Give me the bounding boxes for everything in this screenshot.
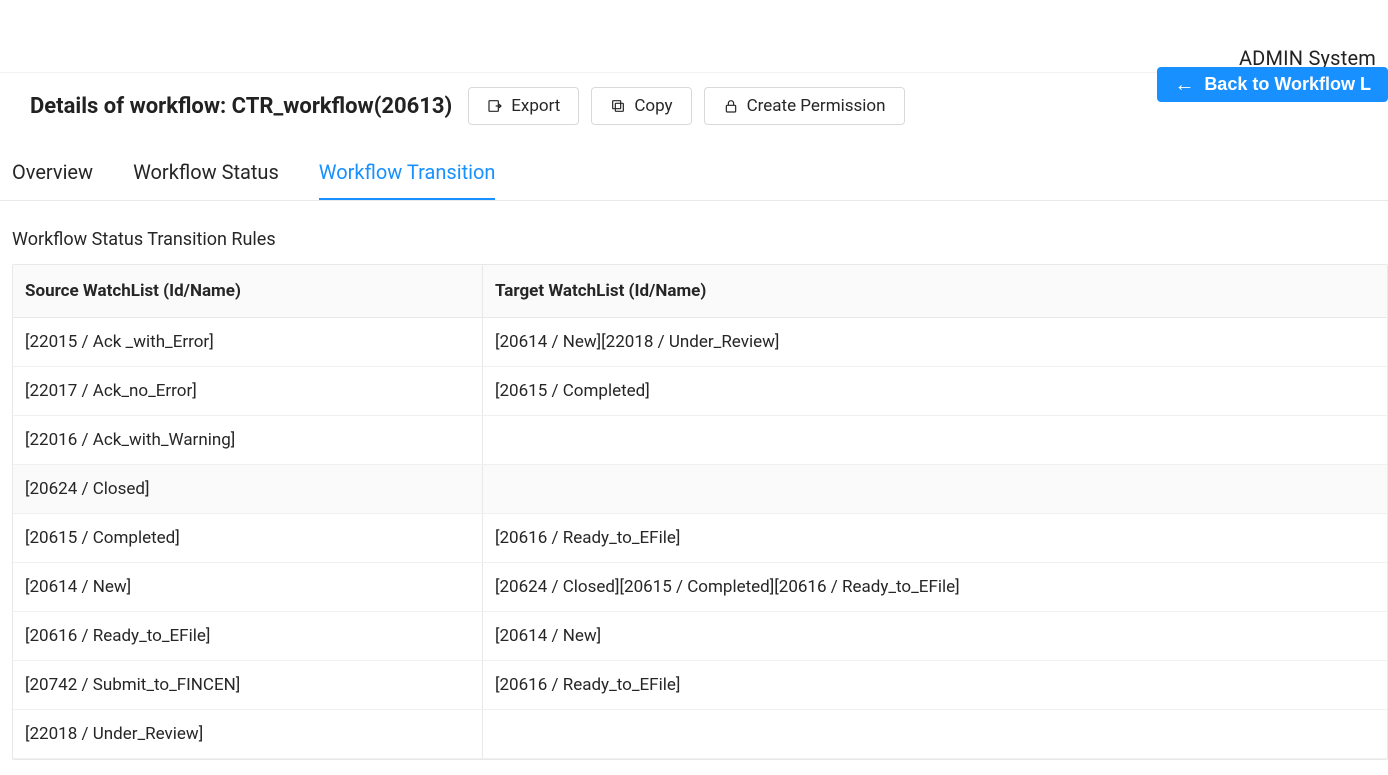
export-icon <box>487 98 503 114</box>
create-permission-label: Create Permission <box>747 96 886 116</box>
cell-target: [20624 / Closed][20615 / Completed][2061… <box>483 563 1387 611</box>
create-permission-button[interactable]: Create Permission <box>704 87 905 125</box>
table-row: [22017 / Ack_no_Error][20615 / Completed… <box>13 367 1387 416</box>
cell-target: [20615 / Completed] <box>483 367 1387 415</box>
cell-source: [20742 / Submit_to_FINCEN] <box>13 661 483 709</box>
cell-source: [20615 / Completed] <box>13 514 483 562</box>
copy-button[interactable]: Copy <box>591 87 691 125</box>
col-header-source: Source WatchList (Id/Name) <box>13 265 483 317</box>
table-row: [22016 / Ack_with_Warning] <box>13 416 1387 465</box>
cell-target: [20614 / New][22018 / Under_Review] <box>483 318 1387 366</box>
table-row: [22018 / Under_Review] <box>13 710 1387 759</box>
tab-overview[interactable]: Overview <box>12 152 93 200</box>
tab-workflow-status[interactable]: Workflow Status <box>133 152 279 200</box>
cell-target: [20616 / Ready_to_EFile] <box>483 661 1387 709</box>
cell-source: [20614 / New] <box>13 563 483 611</box>
lock-icon <box>723 98 739 114</box>
arrow-left-icon: ← <box>1174 75 1194 95</box>
copy-icon <box>610 98 626 114</box>
header-row: Details of workflow: CTR_workflow(20613)… <box>0 72 1388 140</box>
cell-target <box>483 710 1387 758</box>
cell-target <box>483 416 1387 464</box>
cell-source: [22018 / Under_Review] <box>13 710 483 758</box>
cell-target <box>483 465 1387 513</box>
cell-source: [20616 / Ready_to_EFile] <box>13 612 483 660</box>
back-label: Back to Workflow L <box>1204 74 1371 95</box>
cell-source: [20624 / Closed] <box>13 465 483 513</box>
table-row: [20742 / Submit_to_FINCEN][20616 / Ready… <box>13 661 1387 710</box>
table-row: [20624 / Closed] <box>13 465 1387 514</box>
table-body: [22015 / Ack _with_Error][20614 / New][2… <box>13 318 1387 759</box>
cell-source: [22015 / Ack _with_Error] <box>13 318 483 366</box>
page-title: Details of workflow: CTR_workflow(20613) <box>30 94 452 119</box>
table-row: [20614 / New][20624 / Closed][20615 / Co… <box>13 563 1387 612</box>
tab-workflow-transition[interactable]: Workflow Transition <box>319 152 496 200</box>
table-row: [20616 / Ready_to_EFile][20614 / New] <box>13 612 1387 661</box>
back-to-workflow-button[interactable]: ← Back to Workflow L <box>1157 67 1388 102</box>
table-row: [22015 / Ack _with_Error][20614 / New][2… <box>13 318 1387 367</box>
export-label: Export <box>511 96 560 116</box>
cell-target: [20616 / Ready_to_EFile] <box>483 514 1387 562</box>
table-row: [20615 / Completed][20616 / Ready_to_EFi… <box>13 514 1387 563</box>
cell-target: [20614 / New] <box>483 612 1387 660</box>
cell-source: [22017 / Ack_no_Error] <box>13 367 483 415</box>
tabs: Overview Workflow Status Workflow Transi… <box>0 140 1388 201</box>
table-head: Source WatchList (Id/Name) Target WatchL… <box>13 265 1387 318</box>
section-title: Workflow Status Transition Rules <box>12 229 1388 250</box>
transition-table: Source WatchList (Id/Name) Target WatchL… <box>12 264 1388 760</box>
topbar: ADMIN System <box>0 0 1388 72</box>
export-button[interactable]: Export <box>468 87 579 125</box>
copy-label: Copy <box>634 96 672 116</box>
cell-source: [22016 / Ack_with_Warning] <box>13 416 483 464</box>
col-header-target: Target WatchList (Id/Name) <box>483 265 1387 317</box>
